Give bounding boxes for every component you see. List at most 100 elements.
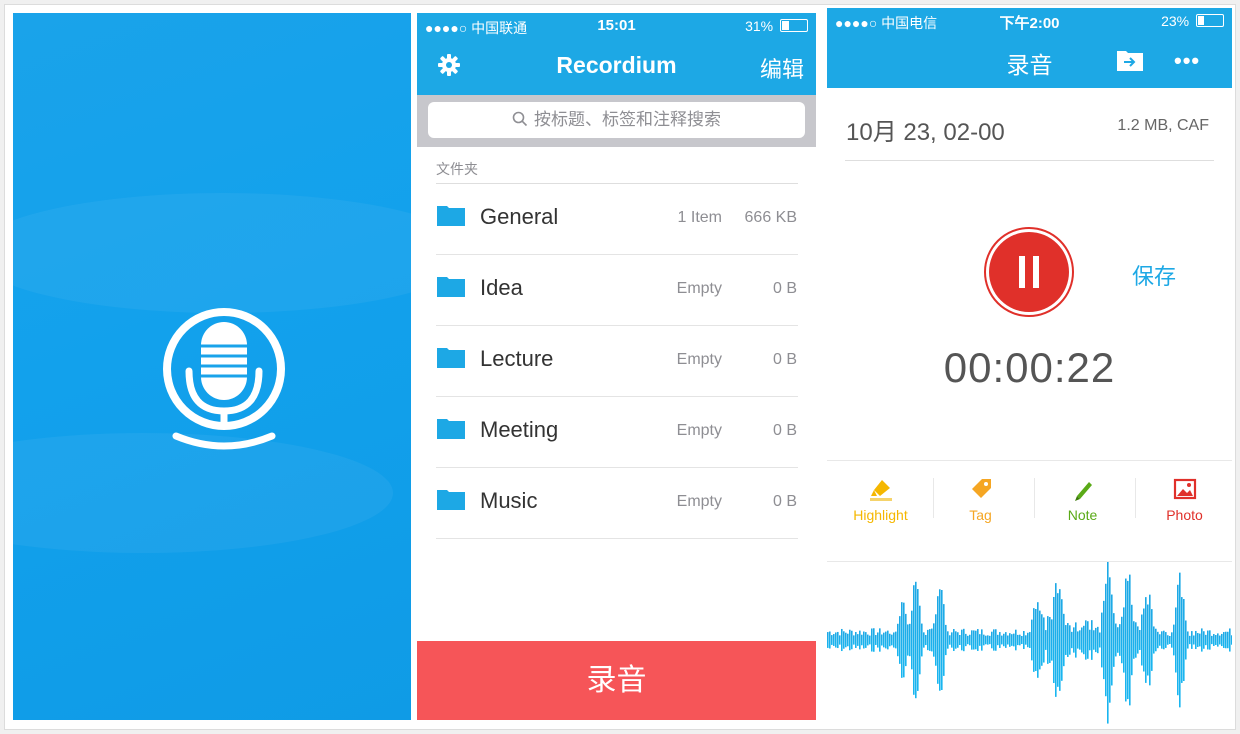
- waveform-bar: [933, 623, 935, 657]
- recording-screen: ●●●●○ 中国电信 下午2:00 23% 录音 ••• 10月 23, 02-…: [827, 8, 1232, 726]
- pause-button[interactable]: [984, 227, 1074, 317]
- folder-row-idea[interactable]: Idea Empty 0 B: [436, 255, 798, 326]
- waveform-bar: [943, 604, 945, 676]
- waveform-bar: [1179, 572, 1181, 708]
- waveform-bar: [1105, 583, 1107, 697]
- waveform-bar: [1203, 631, 1205, 649]
- folder-row-music[interactable]: Music Empty 0 B: [436, 468, 798, 539]
- waveform-bar: [1135, 622, 1137, 658]
- waveform-bar: [1171, 632, 1173, 648]
- waveform-bar: [1109, 577, 1111, 703]
- waveform-bar: [1057, 593, 1059, 687]
- photo-button[interactable]: Photo: [1134, 473, 1232, 543]
- folder-row-lecture[interactable]: Lecture Empty 0 B: [436, 326, 798, 397]
- waveform-bar: [1095, 627, 1097, 653]
- waveform-bar: [1141, 614, 1143, 666]
- section-header: 文件夹: [436, 161, 478, 177]
- waveform-bar: [905, 613, 907, 667]
- search-input[interactable]: 按标题、标签和注释搜索: [428, 102, 805, 138]
- record-button[interactable]: 录音: [417, 641, 816, 720]
- more-options-icon[interactable]: •••: [1174, 48, 1200, 74]
- move-to-folder-icon[interactable]: [1117, 49, 1143, 71]
- waveform-bar: [1087, 621, 1089, 659]
- waveform-bar: [1033, 608, 1035, 672]
- waveform-bar: [1181, 597, 1183, 683]
- folder-size: 0 B: [772, 493, 797, 510]
- highlight-button[interactable]: Highlight: [830, 473, 931, 543]
- waveform-bar: [1027, 632, 1029, 648]
- waveform-bar: [857, 634, 859, 646]
- waveform-bar: [891, 634, 893, 646]
- waveform-bar: [847, 633, 849, 647]
- waveform-bar: [897, 623, 899, 657]
- waveform-bar: [957, 632, 959, 648]
- waveform-bar: [1003, 633, 1005, 647]
- waveform-bar: [949, 635, 951, 645]
- waveform-bar: [1051, 619, 1053, 661]
- waveform-bar: [1049, 617, 1051, 663]
- waveform-bar: [1075, 622, 1077, 658]
- edit-button[interactable]: 编辑: [760, 52, 804, 84]
- waveform-bar: [931, 628, 933, 652]
- waveform-bar: [895, 631, 897, 649]
- waveform-bar: [977, 629, 979, 651]
- folder-icon: [437, 490, 465, 510]
- waveform-bar: [997, 634, 999, 646]
- recording-timer: 00:00:22: [943, 344, 1116, 391]
- waveform-bar: [903, 602, 905, 678]
- waveform-bar: [1083, 625, 1085, 655]
- waveform-bar: [831, 635, 833, 645]
- waveform-bar: [907, 624, 909, 656]
- waveform-bar: [991, 631, 993, 649]
- waveform-bar: [875, 635, 877, 645]
- waveform-bar: [1145, 597, 1147, 683]
- waveform-bar: [1173, 624, 1175, 656]
- folder-row-meeting[interactable]: Meeting Empty 0 B: [436, 397, 798, 468]
- background-wave: [13, 193, 411, 313]
- waveform-bar: [1213, 634, 1215, 646]
- waveform-bar: [1039, 610, 1041, 670]
- waveform-bar: [827, 632, 829, 648]
- tag-button[interactable]: Tag: [930, 473, 1031, 543]
- waveform-bar: [979, 634, 981, 646]
- waveform-bar: [1151, 609, 1153, 671]
- folder-size: 666 KB: [744, 209, 797, 226]
- waveform-bar: [1217, 633, 1219, 647]
- waveform-bar: [973, 630, 975, 650]
- waveform-bar: [1029, 632, 1031, 648]
- battery-status: 31%: [745, 18, 808, 34]
- waveform-bar: [1015, 629, 1017, 651]
- waveform-bar: [1011, 634, 1013, 646]
- waveform-bar: [1199, 633, 1201, 647]
- waveform-bar: [911, 610, 913, 670]
- waveform-bar: [1197, 633, 1199, 647]
- battery-status: 23%: [1161, 13, 1224, 29]
- waveform-bar: [841, 628, 843, 652]
- waveform-bar: [917, 589, 919, 691]
- waveform-bar: [1127, 580, 1129, 700]
- battery-percent: 31%: [745, 18, 774, 34]
- folder-row-general[interactable]: General 1 Item 666 KB: [436, 184, 798, 255]
- waveform-bar: [861, 634, 863, 646]
- waveform-bar: [1103, 600, 1105, 680]
- microphone-icon: [163, 308, 285, 450]
- waveform-bar: [951, 632, 953, 648]
- waveform-bar: [1177, 584, 1179, 696]
- waveform-bar: [1045, 630, 1047, 650]
- waveform-bar: [1023, 631, 1025, 649]
- waveform-bar: [959, 634, 961, 646]
- recording-title: 录音: [1006, 52, 1053, 78]
- waveform-bar: [1113, 613, 1115, 667]
- waveform-bar: [1067, 623, 1069, 657]
- tool-label: Photo: [1166, 507, 1203, 523]
- save-button[interactable]: 保存: [1132, 259, 1176, 291]
- waveform-bar: [1065, 625, 1067, 655]
- waveform-bar: [1227, 631, 1229, 649]
- waveform-bar: [1107, 562, 1109, 724]
- folder-name: Music: [480, 488, 538, 513]
- note-button[interactable]: Note: [1032, 473, 1133, 543]
- waveform-bar: [1031, 619, 1033, 661]
- waveform-bar: [849, 629, 851, 651]
- waveform-bar: [1129, 574, 1131, 706]
- waveform-bar: [1097, 626, 1099, 654]
